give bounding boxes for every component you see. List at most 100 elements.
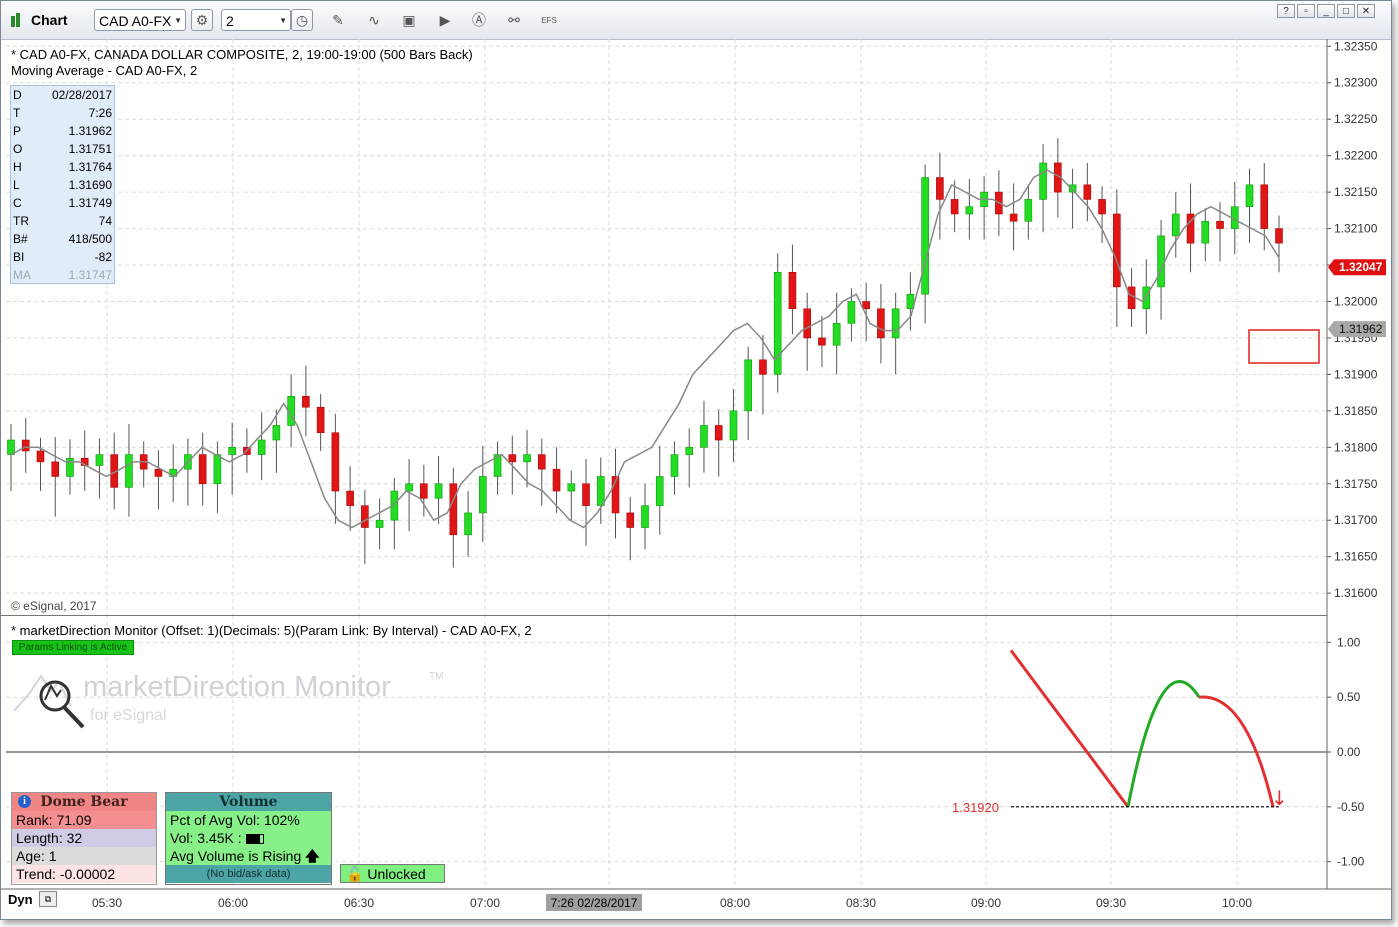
price-tick-label: 1.31750 bbox=[1334, 477, 1378, 491]
dome-header: i Dome Bear bbox=[12, 793, 156, 811]
price-tick-label: 1.32150 bbox=[1334, 185, 1378, 199]
chart-canvas[interactable]: 1.32350 1.32300 1.32250 1.32200 1.32150 1.321… bbox=[1, 1, 1391, 919]
price-tick-label: 1.31800 bbox=[1334, 440, 1378, 454]
candle-body bbox=[685, 447, 694, 455]
candle-body bbox=[1201, 220, 1210, 244]
candle-body bbox=[1024, 199, 1033, 222]
candle-body bbox=[1009, 213, 1018, 222]
candle-body bbox=[744, 359, 753, 412]
candle-body bbox=[1113, 213, 1121, 288]
avg-vol-rising: Avg Volume is Rising 🡅 bbox=[170, 848, 320, 864]
pct-avg-vol: Pct of Avg Vol: 102% bbox=[170, 812, 300, 828]
candle-body bbox=[596, 476, 605, 506]
data-window-row: O 1.31751 bbox=[11, 140, 114, 158]
candle-body bbox=[537, 454, 546, 470]
candle-body bbox=[877, 308, 885, 339]
candle-body bbox=[154, 468, 163, 477]
volume-header: Volume bbox=[166, 793, 331, 811]
price-pane-title: * CAD A0-FX, CANADA DOLLAR COMPOSITE, 2,… bbox=[11, 47, 473, 62]
price-tick-label: 1.31850 bbox=[1334, 404, 1378, 418]
candle-body bbox=[1171, 213, 1180, 237]
data-window-value: 1.31749 bbox=[68, 196, 112, 210]
candle-body bbox=[1039, 162, 1047, 200]
candle-body bbox=[213, 454, 222, 485]
candle-body bbox=[1142, 286, 1151, 310]
price-tick-label: 1.32100 bbox=[1334, 222, 1378, 236]
candle-body bbox=[818, 337, 826, 346]
data-window-row: P 1.31962 bbox=[11, 122, 114, 140]
candle-body bbox=[66, 457, 74, 477]
candle-body bbox=[21, 439, 30, 452]
candle-body bbox=[331, 432, 340, 492]
time-tick-label: 09:30 bbox=[1096, 896, 1126, 910]
data-window-key: TR bbox=[13, 214, 29, 228]
dome-stat-row: Rank: 71.09 bbox=[12, 811, 156, 829]
time-tick-label: 06:30 bbox=[344, 896, 374, 910]
candle-body bbox=[420, 483, 428, 499]
data-window-key: L bbox=[13, 178, 20, 192]
price-tick-label: 1.32000 bbox=[1334, 294, 1378, 308]
dome-stat-row: Trend: -0.00002 bbox=[12, 865, 156, 883]
candle-body bbox=[523, 454, 531, 463]
indicator-tick-label: 0.50 bbox=[1337, 690, 1361, 704]
dome-bear-line bbox=[1009, 649, 1130, 808]
candle-body bbox=[1216, 220, 1224, 229]
logo-trademark: TM bbox=[429, 671, 444, 682]
candle-body bbox=[479, 476, 487, 514]
data-window-value: 1.31764 bbox=[68, 160, 112, 174]
candle-body bbox=[316, 406, 325, 434]
candle-body bbox=[759, 359, 767, 375]
candle-body bbox=[729, 410, 738, 441]
unlock-icon: 🔓 bbox=[346, 866, 364, 882]
bid-ask-note: (No bid/ask data) bbox=[166, 865, 331, 883]
candle-body bbox=[95, 454, 104, 466]
data-window-row: T 7:26 bbox=[11, 104, 114, 122]
time-tick-label: 08:00 bbox=[720, 896, 750, 910]
dome-bear-panel: i Dome Bear Rank: 71.09 Length: 32 Age: 1 Tr… bbox=[11, 792, 157, 885]
candle-body bbox=[198, 454, 207, 485]
data-window-key: O bbox=[13, 142, 23, 156]
price-tick-label: 1.31900 bbox=[1334, 367, 1378, 381]
candle-body bbox=[508, 454, 517, 463]
data-window-key: MA bbox=[13, 268, 31, 282]
data-window-value: 1.31751 bbox=[68, 142, 112, 156]
candle-body bbox=[862, 301, 870, 310]
arrow-up-icon: 🡅 bbox=[305, 848, 320, 864]
lock-toggle-button[interactable]: 🔓 Unlocked bbox=[340, 864, 445, 883]
arrow-down-icon: ↓ bbox=[1271, 786, 1288, 810]
dome-rise-curve bbox=[1126, 680, 1201, 808]
info-icon[interactable]: i bbox=[18, 795, 31, 808]
candle-body bbox=[891, 308, 900, 339]
data-window-key: C bbox=[13, 196, 22, 210]
last-price-value: 1.32047 bbox=[1339, 260, 1383, 274]
candle-body bbox=[641, 505, 649, 528]
candle-body bbox=[714, 425, 723, 441]
indicator-tick-label: -0.50 bbox=[1337, 800, 1365, 814]
dome-stat-row: Age: 1 bbox=[12, 847, 156, 865]
candle-body bbox=[272, 425, 281, 441]
vol-row: Vol: 3.45K : bbox=[166, 829, 331, 847]
data-window: D 02/28/2017 T 7:26 P 1.31962 O 1.31751 H 1.31764… bbox=[10, 85, 115, 284]
candle-body bbox=[788, 272, 797, 310]
battery-icon bbox=[245, 834, 264, 845]
price-tick-label: 1.32350 bbox=[1334, 39, 1378, 53]
candle-body bbox=[936, 177, 944, 200]
study-title: Moving Average - CAD A0-FX, 2 bbox=[11, 63, 198, 78]
candle-body bbox=[847, 301, 856, 324]
pane-divider[interactable] bbox=[1, 615, 1327, 616]
candle-body bbox=[582, 483, 590, 506]
data-window-value: 74 bbox=[98, 214, 112, 228]
data-window-row: H 1.31764 bbox=[11, 158, 114, 176]
data-window-value: 1.31962 bbox=[68, 124, 112, 138]
candle-body bbox=[832, 323, 841, 346]
volume-panel: Volume Pct of Avg Vol: 102% Vol: 3.45K :… bbox=[165, 792, 332, 885]
time-tick-label: 09:00 bbox=[971, 896, 1001, 910]
data-window-row: MA 1.31747 bbox=[11, 266, 114, 284]
candle-body bbox=[464, 512, 472, 536]
time-cursor-label: 7:26 02/28/2017 bbox=[551, 896, 638, 910]
scale-mode-icon[interactable]: ⧉ bbox=[39, 891, 57, 907]
dyn-label[interactable]: Dyn bbox=[8, 892, 33, 907]
time-tick-label: 06:00 bbox=[218, 896, 248, 910]
data-window-value: 02/28/2017 bbox=[51, 88, 112, 102]
data-window-row: TR 74 bbox=[11, 212, 114, 230]
